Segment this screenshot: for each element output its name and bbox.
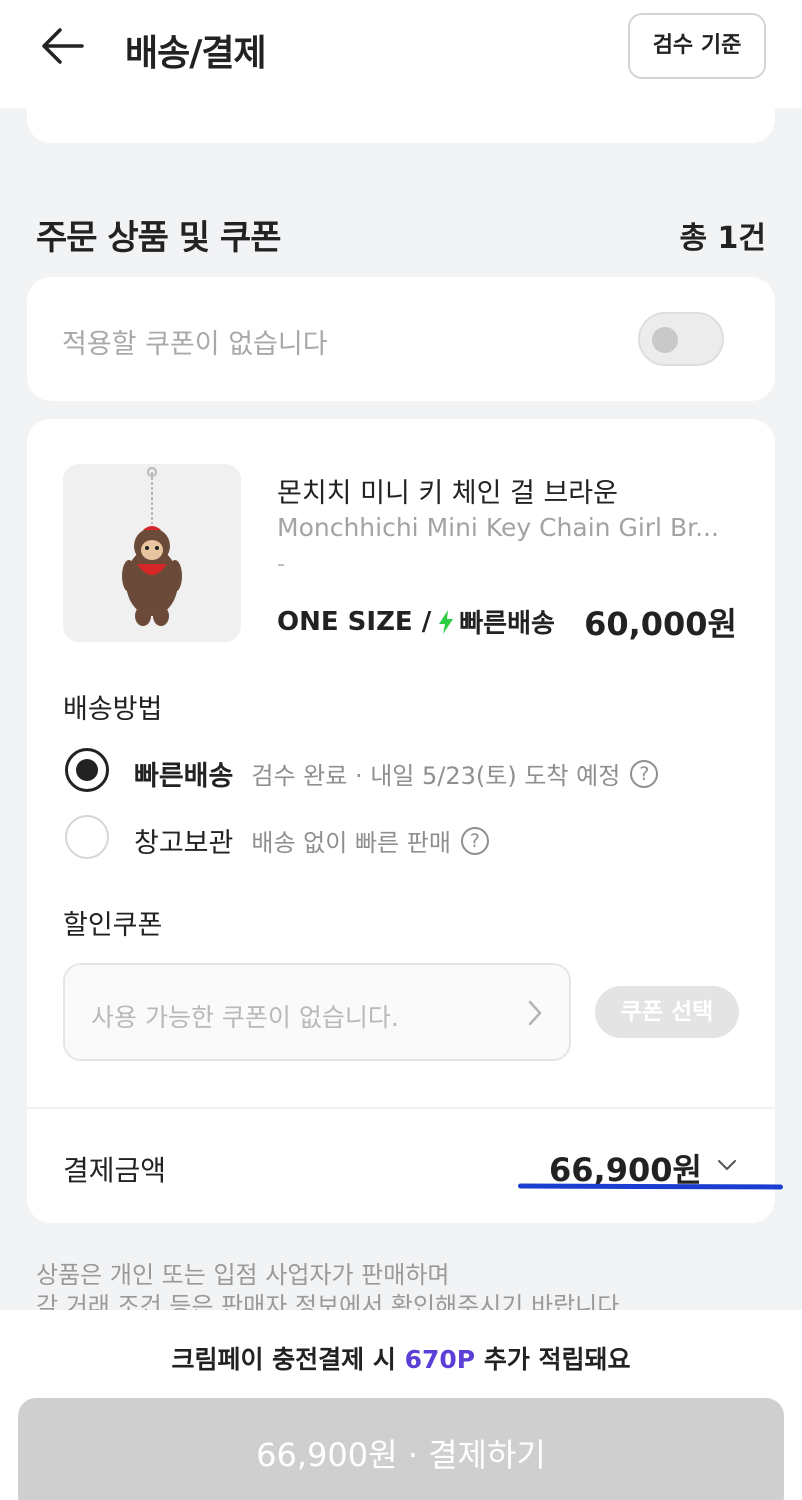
kream-pay-promo: 크림페이 충전결제 시 670P 추가 적립돼요 [0,1340,802,1376]
toggle-knob [652,327,678,353]
help-circle-icon[interactable]: ? [630,759,659,788]
help-circle-icon[interactable]: ? [460,826,489,855]
option-size: ONE SIZE / [277,606,432,637]
inspection-criteria-button[interactable]: 검수 기준 [628,13,766,79]
product-name-korean: 몬치치 미니 키 체인 걸 브라운 [277,478,618,509]
radio-fast-shipping[interactable] [65,748,109,792]
app-header: 배송/결제 검수 기준 [0,0,802,108]
page-title: 배송/결제 [125,33,267,74]
payment-amount-label: 결제금액 [63,1154,167,1187]
option-description: 배송 없이 빠른 판매 [251,829,451,857]
product-sub-info: - [277,552,285,577]
promo-points: 670P [404,1345,476,1374]
coupon-placeholder: 사용 가능한 쿠폰이 없습니다. [91,1003,399,1032]
section-title: 주문 상품 및 쿠폰 [36,218,281,258]
checkout-footer: 크림페이 충전결제 시 670P 추가 적립돼요 66,900원 · 결제하기 [0,1310,802,1500]
option-name: 빠른배송 [134,761,234,792]
radio-warehouse-storage[interactable] [65,815,109,859]
notice-line: 상품은 개인 또는 입점 사업자가 판매하며 [36,1261,450,1289]
annotation-underline [517,1183,784,1190]
product-image [63,464,241,642]
pay-button[interactable]: 66,900원 · 결제하기 [18,1398,784,1500]
chevron-right-icon [527,999,543,1031]
promo-suffix: 추가 적립돼요 [475,1345,631,1374]
product-option: ONE SIZE / 빠른배송 [277,603,555,640]
previous-card [27,108,775,143]
coupon-toggle-card: 적용할 쿠폰이 없습니다 [27,277,775,401]
shipping-method-label: 배송방법 [63,694,163,725]
lightning-bolt-icon [437,609,455,635]
product-name-english: Monchhichi Mini Key Chain Girl Br... [277,513,719,542]
product-price: 60,000원 [584,605,737,643]
chevron-down-icon[interactable] [717,1157,737,1176]
back-arrow-icon[interactable] [38,26,86,66]
fast-shipping-tag: 빠른배송 [459,609,555,639]
shipping-option-warehouse[interactable]: 창고보관 배송 없이 빠른 판매 ? [134,821,489,860]
coupon-select-button[interactable]: 쿠폰 선택 [595,986,739,1038]
shipping-option-fast[interactable]: 빠른배송 검수 완료 · 내일 5/23(토) 도착 예정 ? [134,754,659,793]
option-name: 창고보관 [134,828,234,859]
coupon-toggle[interactable] [638,312,724,366]
coupon-status-text: 적용할 쿠폰이 없습니다 [62,329,328,360]
promo-prefix: 크림페이 충전결제 시 [171,1345,405,1374]
option-description: 검수 완료 · 내일 5/23(토) 도착 예정 [251,762,621,790]
discount-coupon-label: 할인쿠폰 [63,910,163,941]
radio-dot [76,759,98,781]
divider [27,1107,775,1109]
order-count: 총 1건 [679,221,766,256]
coupon-selector-field[interactable]: 사용 가능한 쿠폰이 없습니다. [63,963,571,1061]
product-card: 몬치치 미니 키 체인 걸 브라운 Monchhichi Mini Key Ch… [27,419,775,1223]
